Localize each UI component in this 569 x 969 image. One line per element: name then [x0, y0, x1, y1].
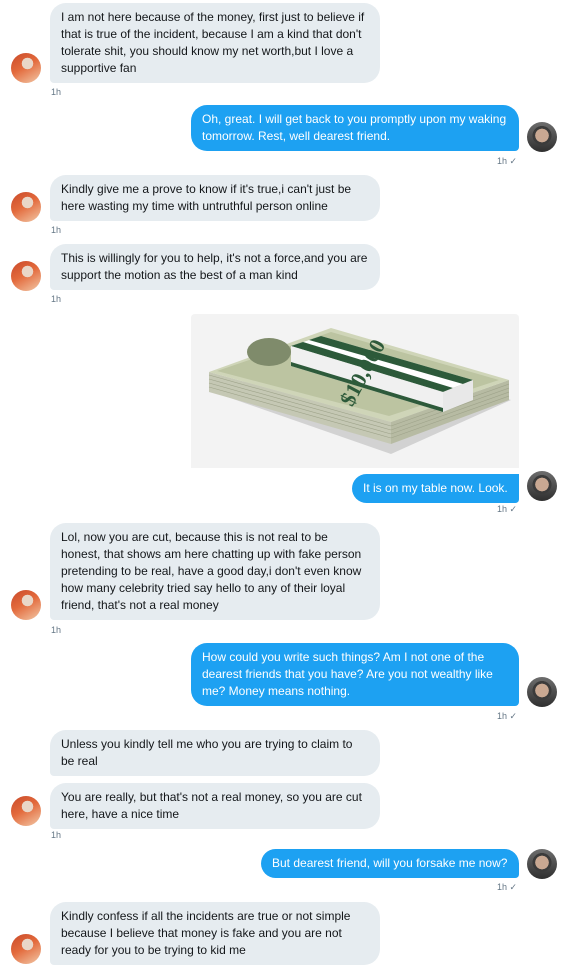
message-bubble-incoming[interactable]: You are really, but that's not a real mo… [50, 783, 380, 829]
my-avatar[interactable] [527, 122, 557, 152]
money-stack-icon: $10,000 [191, 314, 519, 468]
sender-avatar[interactable] [11, 261, 41, 291]
message-timestamp-read: 1h ✓ [496, 882, 517, 892]
message-timestamp: 1h [51, 625, 62, 635]
message-timestamp-read: 1h ✓ [496, 504, 517, 514]
message-bubble-outgoing[interactable]: Oh, great. I will get back to you prompt… [191, 105, 519, 151]
attached-photo-money-stack[interactable]: $10,000 [191, 314, 519, 468]
my-avatar[interactable] [527, 471, 557, 501]
message-timestamp: 1h [51, 87, 62, 97]
message-bubble-incoming[interactable]: I am not here because of the money, firs… [50, 3, 380, 83]
message-timestamp-read: 1h ✓ [496, 156, 517, 166]
message-timestamp-read: 1h ✓ [496, 711, 517, 721]
message-bubble-outgoing[interactable]: It is on my table now. Look. [352, 474, 519, 503]
my-avatar[interactable] [527, 849, 557, 879]
message-bubble-incoming[interactable]: Unless you kindly tell me who you are tr… [50, 730, 380, 776]
message-bubble-incoming[interactable]: Kindly give me a prove to know if it's t… [50, 175, 380, 221]
my-avatar[interactable] [527, 677, 557, 707]
message-timestamp: 1h [51, 830, 62, 840]
message-bubble-outgoing[interactable]: But dearest friend, will you forsake me … [261, 849, 519, 878]
message-bubble-incoming[interactable]: Lol, now you are cut, because this is no… [50, 523, 380, 620]
message-timestamp: 1h [51, 294, 62, 304]
sender-avatar[interactable] [11, 590, 41, 620]
message-timestamp: 1h [51, 225, 62, 235]
sender-avatar[interactable] [11, 934, 41, 964]
sender-avatar[interactable] [11, 192, 41, 222]
sender-avatar[interactable] [11, 53, 41, 83]
message-bubble-incoming[interactable]: Kindly confess if all the incidents are … [50, 902, 380, 965]
message-bubble-outgoing[interactable]: How could you write such things? Am I no… [191, 643, 519, 706]
message-bubble-incoming[interactable]: This is willingly for you to help, it's … [50, 244, 380, 290]
sender-avatar[interactable] [11, 796, 41, 826]
